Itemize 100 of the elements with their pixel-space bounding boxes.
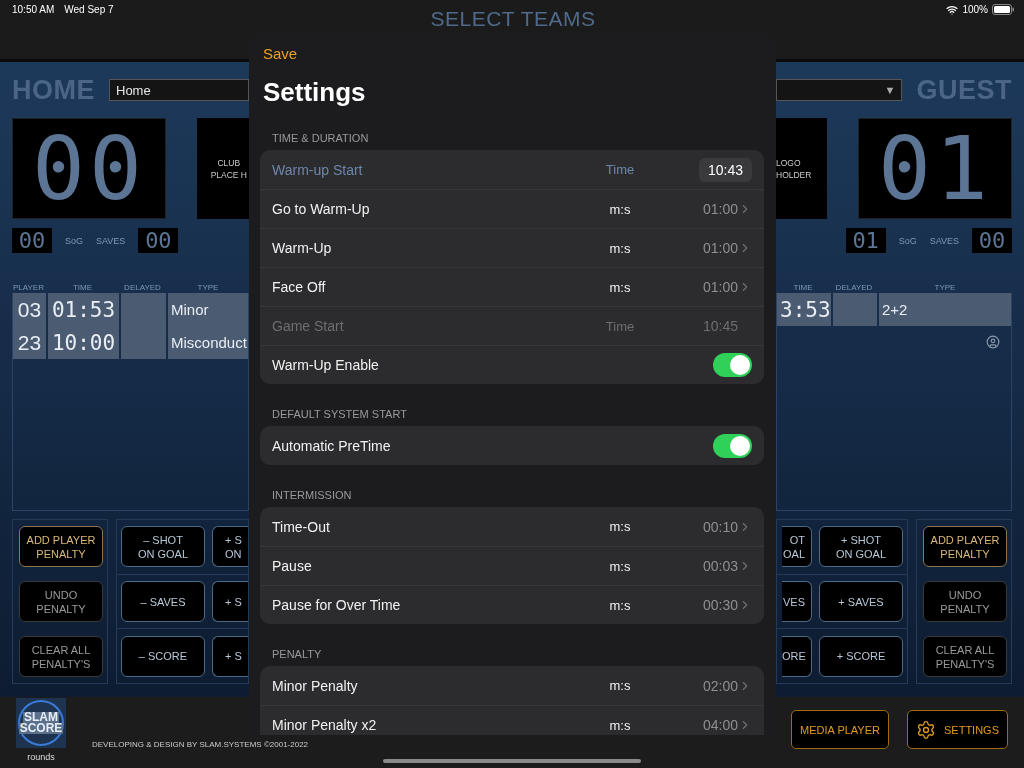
status-date: Wed Sep 7 <box>64 4 114 16</box>
duration-value: 01:00 <box>701 279 738 295</box>
save-button[interactable]: Save <box>260 45 301 62</box>
toggle-switch[interactable] <box>713 433 752 458</box>
setting-label: Warm-Up <box>272 240 333 256</box>
setting-label: Time-Out <box>272 518 331 535</box>
section-header: PENALTY <box>272 647 323 661</box>
duration-value: 00:03 <box>701 558 738 574</box>
column-header: PLAYER <box>12 283 45 292</box>
battery-icon <box>992 4 1014 15</box>
settings-icon <box>916 719 936 740</box>
setting-label: Go to Warm-Up <box>272 201 371 217</box>
stat-button[interactable]: ORE <box>782 635 812 677</box>
duration-value: 01:00 <box>701 201 738 217</box>
penalty-button[interactable]: ADD PLAYER PENALTY <box>19 526 103 567</box>
score-display: 01 <box>858 118 1012 219</box>
penalty-button[interactable]: CLEAR ALL PENALTY'S <box>19 636 103 677</box>
shots-display: 00 <box>12 228 52 253</box>
table-cell <box>833 293 877 326</box>
setting-label: Pause for Over Time <box>272 597 402 613</box>
unit-label: Time <box>604 162 636 177</box>
saves-label: SAVES <box>96 235 126 246</box>
stat-button[interactable]: + SHOT ON GOAL <box>819 526 903 568</box>
section-header: TIME & DURATION <box>272 131 370 145</box>
setting-label: Warm-up Start <box>272 161 364 178</box>
setting-label: Game Start <box>272 318 345 334</box>
table-cell <box>121 293 166 326</box>
unit-label: m:s <box>608 597 632 613</box>
table-cell: 03 <box>13 293 46 326</box>
toggle-switch[interactable] <box>713 353 752 377</box>
section-header: INTERMISSION <box>272 488 353 502</box>
score-display: 00 <box>12 118 166 219</box>
wifi-icon <box>946 4 959 16</box>
settings-button[interactable]: SETTINGS <box>907 710 1008 749</box>
saves-display: 00 <box>972 228 1012 253</box>
stat-button[interactable]: OT OAL <box>782 526 812 568</box>
section-header: DEFAULT SYSTEM START <box>272 407 408 421</box>
unit-label: m:s <box>608 717 632 733</box>
duration-value: 00:30 <box>701 597 738 613</box>
team-dropdown[interactable]: ▼ <box>776 79 903 101</box>
stat-button[interactable]: + SAVES <box>819 581 903 622</box>
duration-value: 04:00 <box>701 717 738 733</box>
unit-label: m:s <box>608 519 632 534</box>
setting-label: Minor Penalty <box>272 677 359 694</box>
penalty-button[interactable]: CLEAR ALL PENALTY'S <box>923 636 1007 677</box>
penalty-button[interactable]: ADD PLAYER PENALTY <box>923 526 1007 567</box>
screen-title: SELECT TEAMS <box>430 7 596 32</box>
table-cell: 10:00 <box>48 326 119 359</box>
unit-label: m:s <box>608 240 632 256</box>
logo-placeholder-text: LOGO HOLDER <box>776 156 812 181</box>
stat-button[interactable]: – SCORE <box>121 635 205 677</box>
stat-button[interactable]: + S <box>212 581 248 622</box>
time-picker[interactable]: 10:43 <box>698 157 752 182</box>
table-cell: Misconduct <box>168 326 248 359</box>
table-cell: 23 <box>13 326 46 359</box>
saves-label: SAVES <box>929 235 959 246</box>
duration-value: 01:00 <box>701 240 738 256</box>
penalty-button[interactable]: UNDO PENALTY <box>19 581 103 622</box>
setting-label: Minor Penalty x2 <box>272 717 378 733</box>
column-header: TIME <box>71 283 94 292</box>
setting-label: Pause <box>272 558 313 574</box>
unit-label: m:s <box>608 558 632 574</box>
setting-label: Warm-Up Enable <box>272 357 380 373</box>
sog-label: SoG <box>65 235 83 246</box>
table-cell <box>121 326 166 359</box>
stat-button[interactable]: – SHOT ON GOAL <box>121 526 205 568</box>
column-header: TYPE <box>933 283 957 292</box>
logo-caption: rounds <box>27 752 55 762</box>
status-time: 10:50 AM <box>12 4 55 16</box>
media-player-button[interactable]: MEDIA PLAYER <box>791 710 889 749</box>
user-circle-icon[interactable] <box>986 335 1000 349</box>
table-cell: Minor <box>168 293 248 326</box>
column-header: DELAYED <box>834 283 874 292</box>
sheet-title: Settings <box>263 77 367 108</box>
unit-label: m:s <box>608 279 632 295</box>
setting-label: Face Off <box>272 279 327 295</box>
column-header: DELAYED <box>123 283 162 292</box>
stat-button[interactable]: + S <box>212 635 248 677</box>
column-header: TYPE <box>196 283 220 292</box>
column-header: TIME <box>792 283 814 292</box>
app-logo: SLAM SCORE <box>16 698 66 748</box>
shots-display: 01 <box>845 228 886 253</box>
sog-label: SoG <box>898 235 917 246</box>
unit-label: Time <box>604 318 636 334</box>
table-cell: 2+2 <box>879 293 1011 326</box>
credits-text: DEVELOPING & DESIGN BY SLAM.SYSTEMS ©2001-2022 <box>92 740 309 749</box>
stat-button[interactable]: + S ON <box>212 526 248 568</box>
team-field[interactable]: Home <box>109 79 249 101</box>
stat-button[interactable]: + SCORE <box>819 635 903 677</box>
duration-value: 00:10 <box>701 518 738 535</box>
saves-display: 00 <box>138 228 179 253</box>
unit-label: m:s <box>608 678 632 693</box>
logo-placeholder-text: CLUB PLACE H <box>210 156 247 181</box>
stat-button[interactable]: – SAVES <box>121 581 205 622</box>
setting-label: Automatic PreTime <box>272 437 392 454</box>
table-cell: 01:53 <box>48 293 119 326</box>
unit-label: m:s <box>608 201 632 217</box>
duration-value: 02:00 <box>701 677 738 694</box>
penalty-button[interactable]: UNDO PENALTY <box>923 581 1007 622</box>
stat-button[interactable]: VES <box>782 581 812 622</box>
